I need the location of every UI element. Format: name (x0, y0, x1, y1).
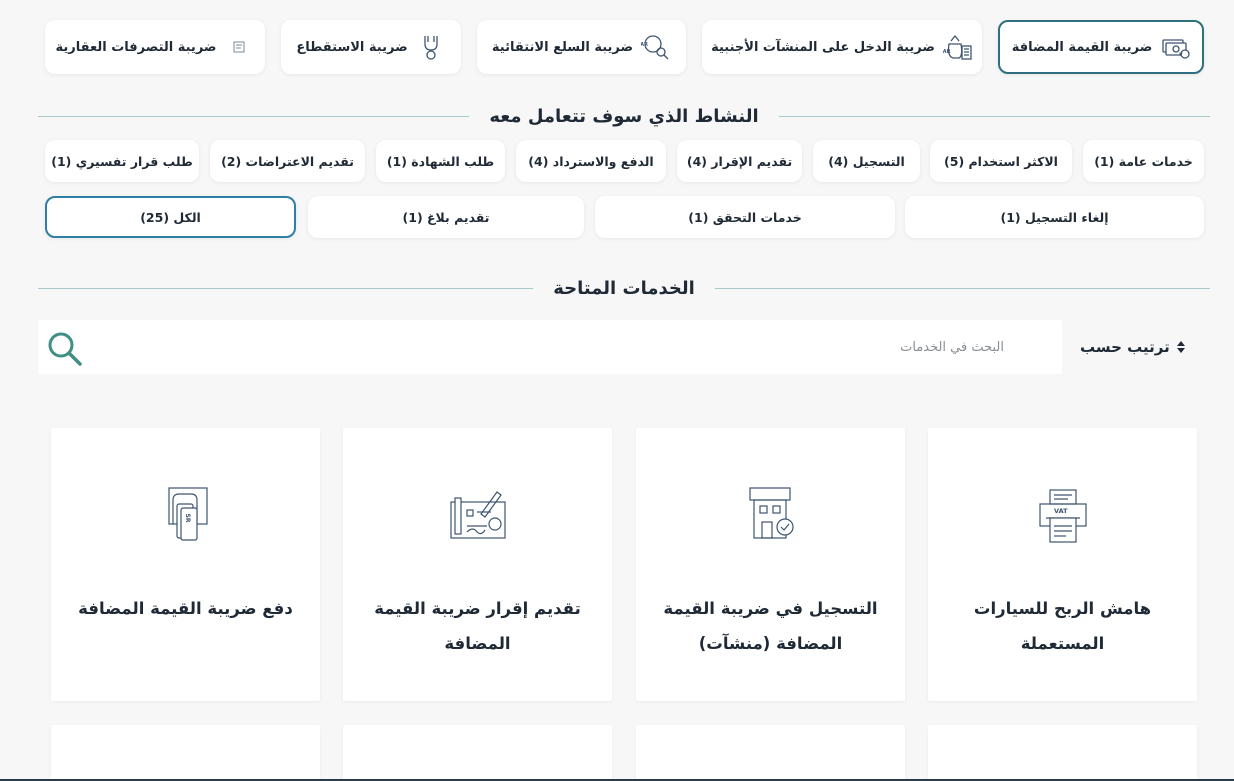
svg-text:SAR: SAR (943, 49, 951, 55)
activity-section-title: النشاط الذي سوف تتعامل معه (469, 105, 779, 127)
service-card[interactable] (51, 725, 320, 781)
activity-section-header: النشاط الذي سوف تتعامل معه (38, 101, 1210, 131)
svg-text:VAT: VAT (1054, 507, 1068, 515)
tab-withholding-tax[interactable]: ضريبة الاستقطاع (281, 20, 461, 74)
services-section-title: الخدمات المتاحة (533, 277, 715, 299)
search-bar (38, 320, 1062, 374)
service-title: دفع ضريبة القيمة المضافة (71, 591, 300, 626)
filter-submit-return[interactable]: تقديم الإقرار (4) (677, 140, 802, 182)
sar-coins-search-icon: SAR (641, 32, 671, 62)
tax-type-tabs: V ضريبة القيمة المضافة SAR ضريبة الدخل ع… (0, 20, 1234, 74)
hand-coin-icon (416, 32, 446, 62)
svg-text:SR: SR (184, 514, 191, 523)
sort-arrows-icon (1176, 341, 1185, 353)
document-icon (224, 32, 254, 62)
service-card-vat-registration[interactable]: التسجيل في ضريبة القيمة المضافة (منشآت) (636, 428, 905, 701)
filter-certificate-request[interactable]: طلب الشهادة (1) (376, 140, 505, 182)
filter-deregistration[interactable]: إلغاء التسجيل (1) (905, 196, 1204, 238)
money-bag-building-icon: SAR (943, 32, 973, 62)
search-input[interactable] (118, 320, 1018, 374)
service-card-vat-payment[interactable]: SR دفع ضريبة القيمة المضافة (51, 428, 320, 701)
service-title-line: المستعملة (1020, 634, 1105, 653)
filter-submit-report[interactable]: تقديم بلاغ (1) (308, 196, 584, 238)
tab-foreign-income-tax-label: ضريبة الدخل على المنشآت الأجنبية (711, 39, 935, 55)
service-card[interactable] (928, 725, 1197, 781)
filter-most-used[interactable]: الاكثر استخدام (5) (930, 140, 1072, 182)
tab-excise-tax[interactable]: SAR ضريبة السلع الانتقائية (477, 20, 686, 74)
building-check-icon (748, 487, 794, 539)
vat-money-icon: V (1160, 32, 1190, 62)
tab-vat-label: ضريبة القيمة المضافة (1011, 39, 1153, 55)
service-title-line: المضافة (444, 634, 511, 653)
tab-excise-tax-label: ضريبة السلع الانتقائية (491, 39, 634, 55)
divider-line (38, 116, 478, 117)
services-section-header: الخدمات المتاحة (38, 273, 1210, 303)
svg-text:V: V (1179, 52, 1183, 58)
svg-text:SAR: SAR (641, 42, 648, 48)
service-title: التسجيل في ضريبة القيمة المضافة (منشآت) (656, 591, 885, 661)
declaration-signature-icon (449, 491, 506, 539)
service-title-line: دفع ضريبة القيمة المضافة (78, 599, 293, 618)
vat-receipt-printer-icon: VAT (1038, 489, 1087, 543)
service-title-line: تقديم إقرار ضريبة القيمة (374, 599, 581, 618)
search-icon (48, 332, 82, 366)
tab-foreign-income-tax[interactable]: SAR ضريبة الدخل على المنشآت الأجنبية (702, 20, 982, 74)
search-button[interactable] (46, 330, 84, 368)
service-card-used-cars-margin[interactable]: VAT هامش الربح للسيارات المستعملة (928, 428, 1197, 701)
service-card-vat-return[interactable]: تقديم إقرار ضريبة القيمة المضافة (343, 428, 612, 701)
filter-all[interactable]: الكل (25) (45, 196, 296, 238)
filter-general-services[interactable]: خدمات عامة (1) (1083, 140, 1204, 182)
service-title-line: هامش الربح للسيارات (973, 599, 1152, 618)
sort-dropdown[interactable]: ترتيب حسب (1080, 336, 1190, 358)
service-card[interactable] (343, 725, 612, 781)
tab-real-estate-tax-label: ضريبة التصرفات العقارية (55, 39, 217, 55)
service-title-line: المضافة (منشآت) (698, 634, 843, 653)
divider-line (712, 288, 1210, 289)
sr-card-payment-icon: SR (167, 487, 208, 541)
tab-vat[interactable]: V ضريبة القيمة المضافة (998, 20, 1204, 74)
filter-interpretive-ruling[interactable]: طلب قرار تفسيري (1) (45, 140, 199, 182)
tab-withholding-tax-label: ضريبة الاستقطاع (296, 39, 408, 55)
service-title-line: التسجيل في ضريبة القيمة (663, 599, 878, 618)
divider-line (774, 116, 1210, 117)
tab-real-estate-tax[interactable]: ضريبة التصرفات العقارية (45, 20, 265, 74)
filter-registration[interactable]: التسجيل (4) (813, 140, 920, 182)
service-title: هامش الربح للسيارات المستعملة (948, 591, 1177, 661)
service-card[interactable] (636, 725, 905, 781)
sort-label: ترتيب حسب (1080, 338, 1170, 356)
filter-payment-refund[interactable]: الدفع والاسترداد (4) (516, 140, 666, 182)
filter-objections[interactable]: تقديم الاعتراضات (2) (210, 140, 365, 182)
service-title: تقديم إقرار ضريبة القيمة المضافة (363, 591, 592, 661)
filter-verification-services[interactable]: خدمات التحقق (1) (595, 196, 895, 238)
divider-line (38, 288, 536, 289)
